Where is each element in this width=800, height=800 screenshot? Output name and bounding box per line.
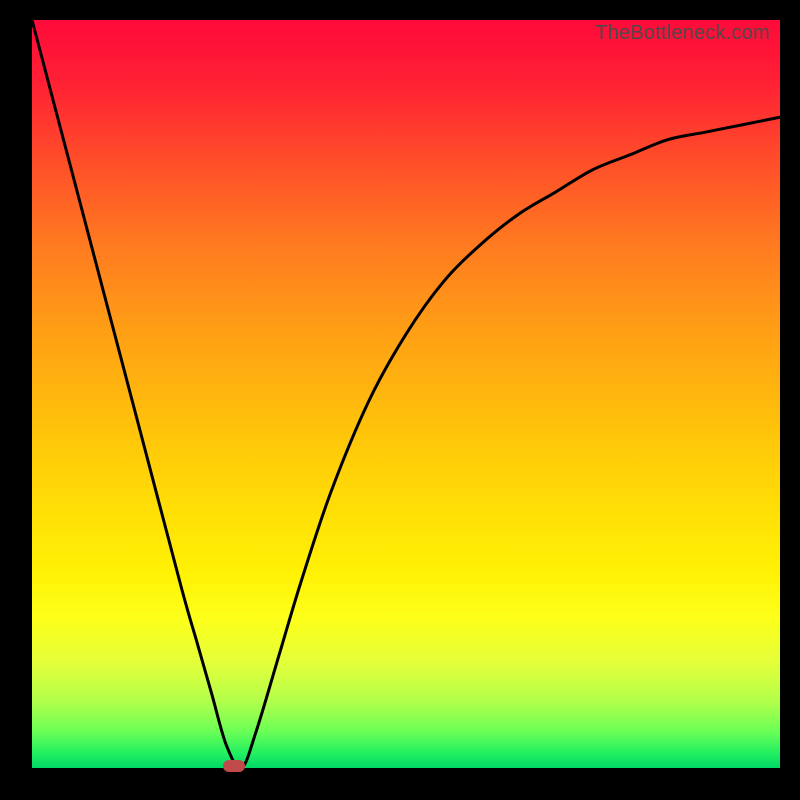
optimum-marker bbox=[223, 760, 245, 772]
plot-area: TheBottleneck.com bbox=[32, 20, 780, 768]
chart-frame: TheBottleneck.com bbox=[0, 0, 800, 800]
curve-svg bbox=[32, 20, 780, 768]
bottleneck-curve-path bbox=[32, 20, 780, 768]
